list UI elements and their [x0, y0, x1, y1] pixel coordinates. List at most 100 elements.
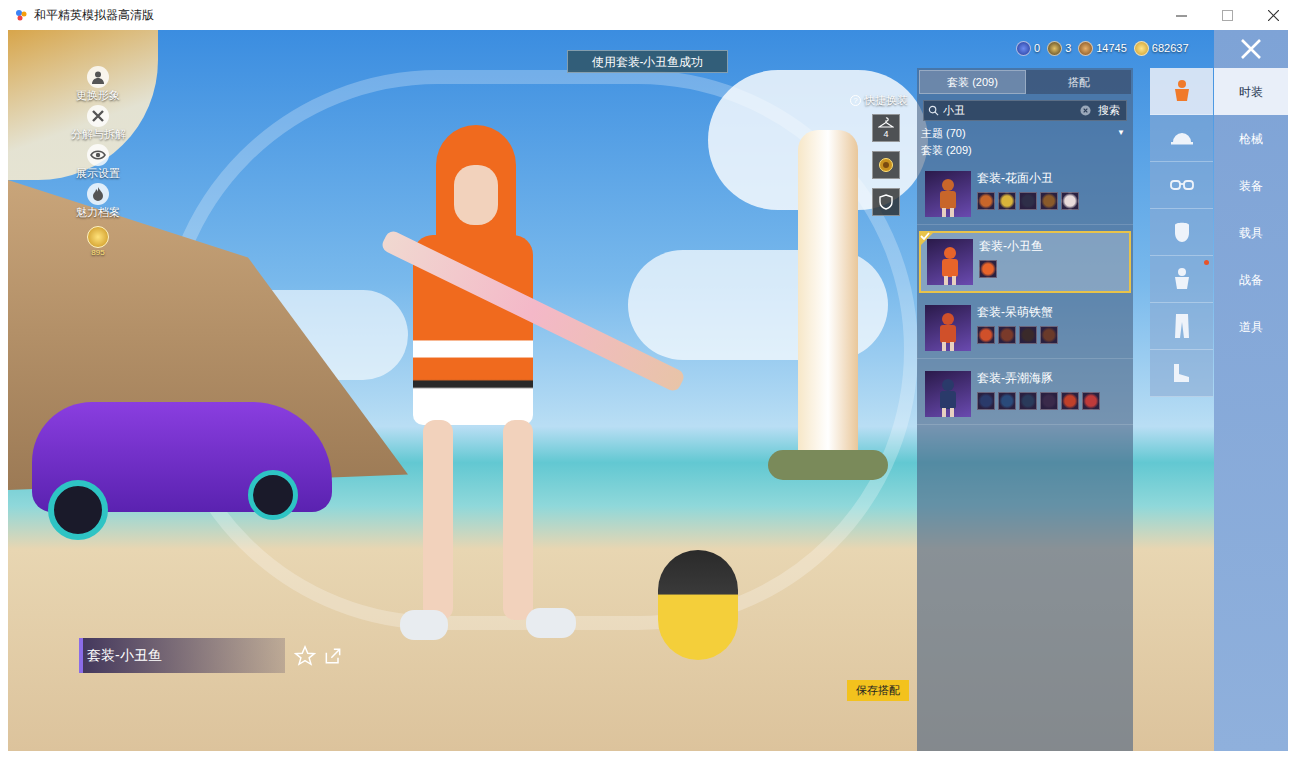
outfit-part-icon	[998, 392, 1016, 410]
minimize-icon[interactable]	[1158, 0, 1204, 30]
medal-icon	[1047, 41, 1062, 56]
toast-text: 使用套装-小丑鱼成功	[592, 53, 704, 71]
outfit-part-icon	[1040, 326, 1058, 344]
dropdown-arrow: ▼	[1117, 127, 1125, 139]
outfit-part-icon	[1082, 392, 1100, 410]
left-menu-label: 分解与拆解	[71, 127, 126, 141]
currency-amount: 0	[1034, 40, 1040, 57]
character-leg	[423, 420, 453, 620]
category-tab[interactable]: 载具	[1214, 209, 1288, 256]
car-wheel	[248, 470, 298, 520]
currency-amount: 3	[1065, 40, 1071, 57]
category-tab[interactable]: 枪械	[1214, 115, 1288, 162]
person-icon	[87, 66, 109, 88]
currency: 682637	[1134, 40, 1189, 57]
share-icon[interactable]	[321, 644, 345, 668]
left-menu-item[interactable]: 魅力档案	[76, 183, 120, 219]
outfit-part-icon	[1019, 192, 1037, 210]
quick-slot[interactable]	[872, 188, 900, 216]
game-scene: 使用套装-小丑鱼成功 更换形象分解与拆解展示设置魅力档案895 03147456…	[8, 30, 1288, 751]
character-face	[454, 165, 498, 225]
outfit-name: 套装-小丑鱼	[87, 645, 162, 666]
search-button[interactable]: 搜索	[1092, 102, 1126, 119]
currency-amount: 682637	[1152, 40, 1189, 57]
outfit-thumbnail	[925, 305, 971, 351]
panel-tab[interactable]: 套装 (209)	[919, 70, 1026, 94]
check-icon	[919, 231, 935, 247]
close-window-icon[interactable]	[1250, 0, 1296, 30]
slot-tab[interactable]	[1150, 68, 1213, 115]
slot-tab[interactable]	[1150, 303, 1213, 350]
ship	[8, 30, 158, 180]
outfit-icon	[1169, 266, 1195, 292]
currency: 0	[1016, 40, 1040, 57]
close-icon[interactable]	[1238, 36, 1264, 62]
outfit-info: 套装-弄潮海豚	[977, 371, 1100, 418]
maximize-icon[interactable]	[1204, 0, 1250, 30]
search-icon	[928, 105, 940, 117]
section-title: 套装 (209)	[921, 142, 1129, 159]
outfit-item[interactable]: 套装-呆萌铁蟹	[917, 299, 1133, 359]
outfit-item[interactable]: 套装-弄潮海豚	[917, 365, 1133, 425]
search-bar: 搜索	[923, 100, 1127, 121]
slot-tab[interactable]	[1150, 350, 1213, 397]
search-input[interactable]	[943, 102, 1078, 119]
app-window: 和平精英模拟器高清版	[0, 0, 1296, 759]
left-menu-label: 更换形象	[76, 88, 120, 102]
charm-badge[interactable]: 895	[87, 226, 109, 258]
category-tab[interactable]: 战备	[1214, 256, 1288, 303]
title-bar: 和平精英模拟器高清版	[0, 0, 1296, 30]
left-menu-label: 魅力档案	[76, 205, 120, 219]
quick-change-label: 快捷换装	[864, 93, 908, 109]
globe-icon	[1016, 41, 1031, 56]
outfit-part-icon	[1061, 392, 1079, 410]
category-tab[interactable]: 时装	[1214, 68, 1288, 115]
category-tab[interactable]: 道具	[1214, 303, 1288, 350]
outfit-part-icon	[979, 260, 997, 278]
outfit-item[interactable]: 套装-小丑鱼	[919, 231, 1131, 293]
outfit-part-icon	[998, 326, 1016, 344]
favorite-icon[interactable]	[293, 644, 317, 668]
lighthouse	[798, 130, 858, 470]
app-logo-icon	[14, 8, 28, 22]
chick-pet	[658, 550, 738, 660]
slot-tab[interactable]	[1150, 209, 1213, 256]
slot-tab[interactable]	[1150, 115, 1213, 162]
left-menu-item[interactable]: 展示设置	[76, 144, 120, 180]
coin-icon	[1078, 41, 1093, 56]
left-menu-label: 展示设置	[76, 166, 120, 180]
hat-icon	[1169, 125, 1195, 151]
slot-tab[interactable]	[1150, 162, 1213, 209]
outfit-thumbnail	[925, 371, 971, 417]
outfit-info: 套装-呆萌铁蟹	[977, 305, 1058, 352]
left-menu-item[interactable]: 分解与拆解	[71, 105, 126, 141]
character-shoe	[526, 608, 576, 638]
outfit-item[interactable]: 套装-花面小丑	[917, 165, 1133, 225]
category-column: 时装枪械装备载具战备道具	[1214, 30, 1288, 751]
pants-icon	[1169, 313, 1195, 339]
outfit-thumbnail	[925, 171, 971, 217]
outfit-part-icon	[977, 192, 995, 210]
outfit-item-name: 套装-花面小丑	[977, 171, 1079, 186]
category-tab[interactable]: 装备	[1214, 162, 1288, 209]
slot-count: 4	[883, 129, 888, 139]
charm-value: 895	[91, 248, 104, 258]
outfit-part-icon	[977, 392, 995, 410]
theme-filter[interactable]: 主题 (70) ▼	[921, 125, 1129, 142]
toast: 使用套装-小丑鱼成功	[567, 50, 728, 73]
panel-tab[interactable]: 搭配	[1026, 70, 1131, 94]
slot-tab[interactable]	[1150, 256, 1213, 303]
outfit-name-bar: 套装-小丑鱼	[79, 638, 345, 673]
save-outfit-button[interactable]: 保存搭配	[847, 680, 909, 701]
window-title: 和平精英模拟器高清版	[34, 6, 154, 24]
tool-icon	[87, 105, 109, 127]
car-wheel	[48, 480, 108, 540]
help-icon[interactable]: ?	[850, 95, 861, 106]
quick-slot[interactable]	[872, 151, 900, 179]
quick-change: ? 快捷换装 4	[850, 93, 908, 216]
quick-slot[interactable]: 4	[872, 114, 900, 142]
left-menu-item[interactable]: 更换形象	[76, 66, 120, 102]
character-shoe	[400, 610, 448, 640]
outfit-panel: 套装 (209)搭配 搜索 主题 (70) ▼ 套装 (209) 套装-花面小丑…	[917, 68, 1133, 751]
clear-search-icon[interactable]	[1078, 104, 1092, 118]
